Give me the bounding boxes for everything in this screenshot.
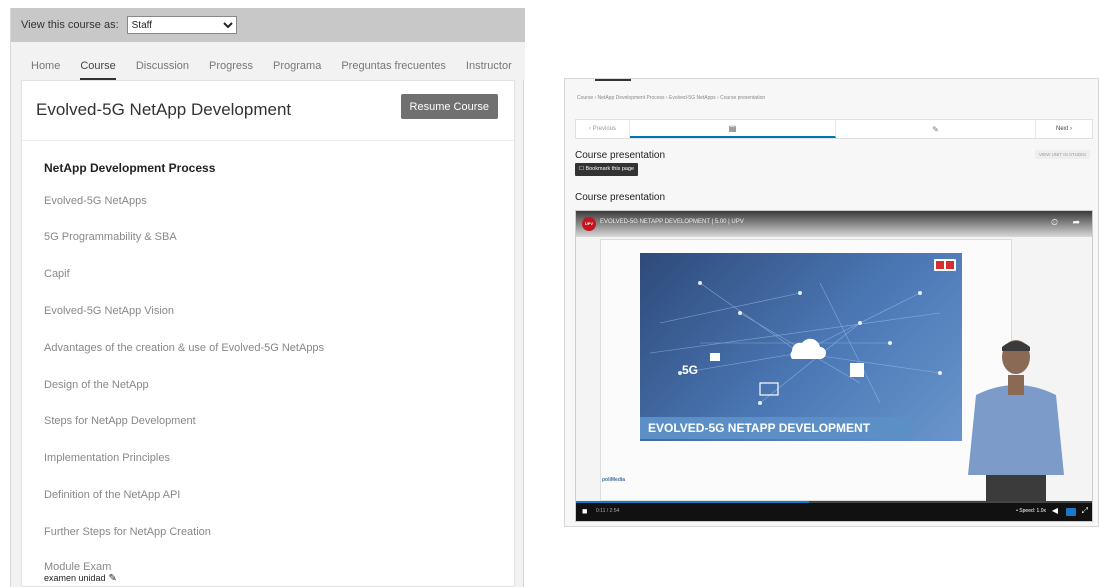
unit-link[interactable]: Design of the NetApp bbox=[44, 379, 149, 391]
slide-title: EVOLVED-5G NETAPP DEVELOPMENT bbox=[648, 421, 871, 435]
course-header: Evolved-5G NetApp Development Resume Cou… bbox=[22, 81, 514, 141]
bookmark-button[interactable]: ☐ Bookmark this page bbox=[575, 163, 639, 176]
video-player[interactable]: UPV EVOLVED-5G NETAPP DEVELOPMENT | 5.00… bbox=[575, 210, 1093, 522]
course-card: Evolved-5G NetApp Development Resume Cou… bbox=[21, 80, 515, 587]
play-pause-icon[interactable]: ■ bbox=[582, 506, 587, 516]
previous-button[interactable]: ‹ Previous bbox=[576, 120, 630, 138]
view-as-label: View this course as: bbox=[21, 19, 119, 31]
volume-icon[interactable]: ◀ bbox=[1052, 506, 1058, 515]
course-title: Evolved-5G NetApp Development bbox=[36, 100, 292, 119]
video-unit-icon: ▤ bbox=[728, 123, 737, 133]
video-title-bar: UPV EVOLVED-5G NETAPP DEVELOPMENT | 5.00… bbox=[576, 211, 1092, 237]
unit-link[interactable]: Evolved-5G NetApp Vision bbox=[44, 305, 174, 317]
video-progress-fill bbox=[576, 501, 810, 503]
view-as-select[interactable]: Staff bbox=[126, 16, 237, 34]
section-title[interactable]: NetApp Development Process bbox=[44, 161, 215, 175]
component-heading: Course presentation bbox=[575, 192, 666, 203]
unit-link-module-exam[interactable]: Module Exam bbox=[44, 561, 111, 573]
presenter-figure bbox=[968, 340, 1064, 505]
video-time: 0:11 / 2:54 bbox=[596, 508, 620, 514]
fullscreen-icon[interactable]: ⤢ bbox=[1082, 506, 1088, 516]
tab-discussion[interactable]: Discussion bbox=[136, 42, 189, 80]
tab-instructor[interactable]: Instructor bbox=[466, 42, 512, 80]
network-illustration bbox=[649, 281, 942, 405]
tab-home[interactable]: Home bbox=[31, 42, 60, 80]
next-button[interactable]: Next › bbox=[1036, 120, 1092, 138]
captions-icon[interactable] bbox=[1066, 508, 1076, 516]
course-tabs: Home Course Discussion Progress Programa… bbox=[11, 42, 525, 80]
tab-faq[interactable]: Preguntas frecuentes bbox=[341, 42, 446, 80]
view-unit-in-studio-button[interactable]: VIEW UNIT IN STUDIO bbox=[1034, 150, 1090, 159]
breadcrumb[interactable]: Course › NetApp Development Process › Ev… bbox=[577, 95, 765, 101]
upv-logo: UPV bbox=[582, 217, 596, 231]
unit-link[interactable]: Further Steps for NetApp Creation bbox=[44, 526, 211, 538]
edit-icon: ✎ bbox=[108, 573, 117, 584]
tab-progress[interactable]: Progress bbox=[209, 42, 253, 80]
resume-course-button[interactable]: Resume Course bbox=[400, 94, 498, 119]
unit-heading: Course presentation bbox=[575, 150, 666, 161]
problem-unit-icon: ✎ bbox=[932, 124, 939, 134]
watch-later-icon[interactable]: ⏲ bbox=[1051, 217, 1058, 228]
course-outline-panel: View this course as: Staff Home Course D… bbox=[10, 8, 525, 587]
polimedia-logo: poliMedia bbox=[602, 477, 626, 483]
sequence-nav: ‹ Previous ▤ ✎ Next › bbox=[575, 119, 1093, 139]
slide-5g-label: 5G bbox=[682, 363, 699, 377]
video-progress-bar[interactable] bbox=[576, 501, 1092, 503]
sequence-tab-problem[interactable]: ✎ bbox=[836, 120, 1036, 138]
unit-link[interactable]: Capif bbox=[44, 268, 70, 280]
top-accent-line bbox=[595, 79, 631, 81]
unit-link[interactable]: Steps for NetApp Development bbox=[44, 415, 196, 427]
sequence-tab-video[interactable]: ▤ bbox=[630, 120, 836, 138]
unit-view-panel: Course › NetApp Development Process › Ev… bbox=[564, 78, 1099, 527]
video-title: EVOLVED-5G NETAPP DEVELOPMENT | 5.00 | U… bbox=[600, 219, 744, 225]
speed-control[interactable]: • Speed: 1.0x bbox=[1016, 508, 1046, 514]
subunit-row[interactable]: examen unidad ✎ bbox=[44, 573, 117, 584]
slide-logo bbox=[934, 259, 956, 271]
unit-link[interactable]: Advantages of the creation & use of Evol… bbox=[44, 342, 324, 354]
video-slide: 5G EVOLVED-5G NETAPP DEVELOPMENT bbox=[640, 253, 962, 441]
subunit-label[interactable]: examen unidad bbox=[44, 573, 106, 583]
staff-view-bar: View this course as: Staff bbox=[11, 8, 525, 42]
unit-link[interactable]: 5G Programmability & SBA bbox=[44, 231, 177, 243]
tab-course[interactable]: Course bbox=[80, 42, 116, 80]
unit-link[interactable]: Definition of the NetApp API bbox=[44, 489, 180, 501]
tab-programa[interactable]: Programa bbox=[273, 42, 321, 80]
unit-link[interactable]: Evolved-5G NetApps bbox=[44, 195, 147, 207]
share-icon[interactable]: ➦ bbox=[1072, 217, 1080, 228]
unit-link[interactable]: Implementation Principles bbox=[44, 452, 170, 464]
video-controls: ■ 0:11 / 2:54 • Speed: 1.0x ◀ ⤢ bbox=[576, 501, 1092, 521]
